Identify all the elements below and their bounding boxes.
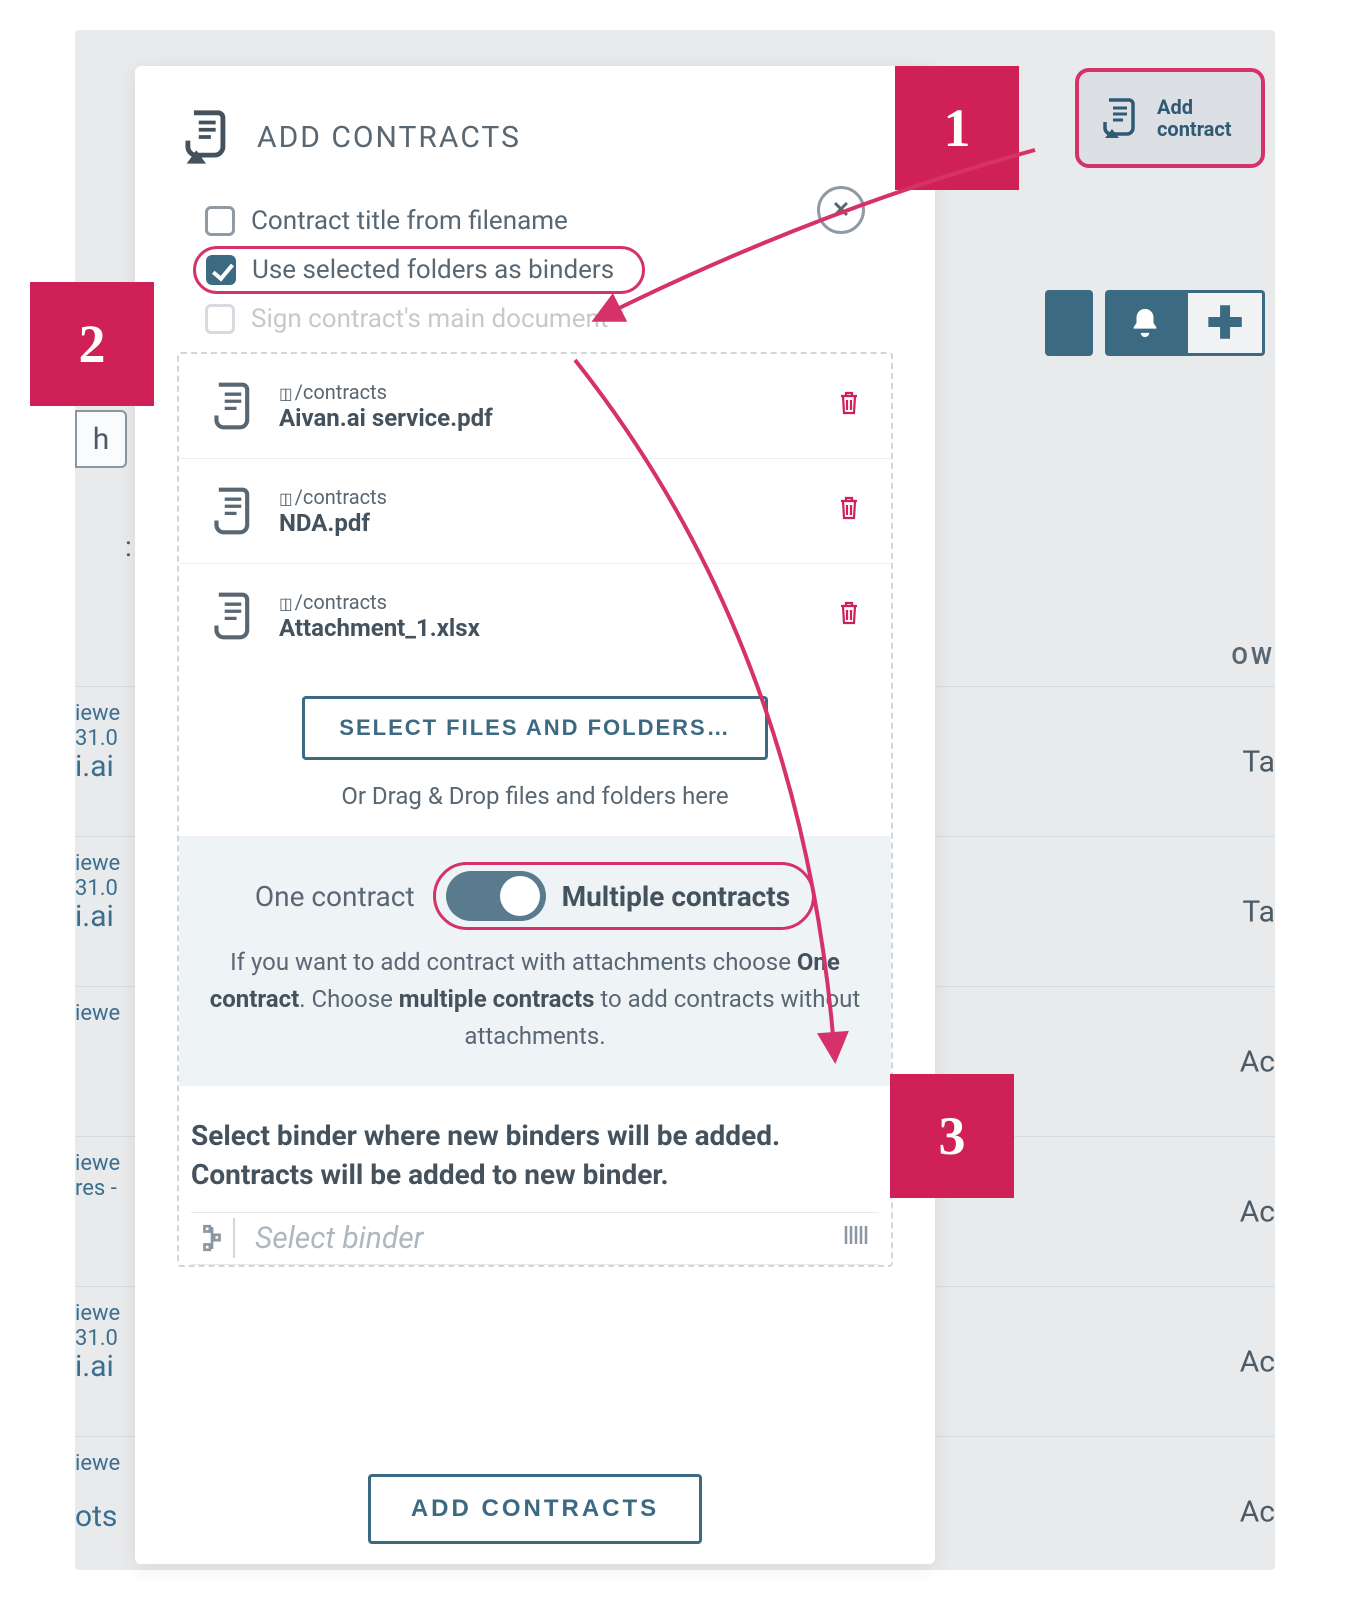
file-path: /contracts xyxy=(279,590,815,614)
bg-search-fragment: h xyxy=(75,410,127,468)
toggle-help-text: If you want to add contract with attachm… xyxy=(209,944,861,1056)
toggle-highlight: Multiple contracts xyxy=(433,862,816,930)
close-button[interactable]: ✕ xyxy=(817,186,865,234)
callout-3: 3 xyxy=(890,1074,1014,1198)
checkbox-icon xyxy=(205,206,235,236)
binder-section: Select binder where new binders will be … xyxy=(179,1086,891,1265)
file-name: Attachment_1.xlsx xyxy=(279,614,815,642)
callout-2: 2 xyxy=(30,282,154,406)
close-icon: ✕ xyxy=(832,198,850,223)
checkbox-folders-as-binders[interactable]: Use selected folders as binders xyxy=(193,246,645,294)
file-row: /contracts Aivan.ai service.pdf xyxy=(179,354,891,459)
toggle-knob xyxy=(500,876,540,916)
bg-toolbar-fragment[interactable] xyxy=(1045,290,1093,356)
contract-upload-icon xyxy=(177,108,235,166)
checkbox-sign-main-doc: Sign contract's main document xyxy=(205,304,893,334)
add-contracts-button[interactable]: ADD CONTRACTS xyxy=(368,1474,702,1544)
file-name: NDA.pdf xyxy=(279,509,815,537)
add-contract-button[interactable]: Add contract xyxy=(1075,68,1265,168)
binder-placeholder: Select binder xyxy=(255,1213,815,1264)
plus-button[interactable]: ✚ xyxy=(1185,290,1265,356)
callout-1: 1 xyxy=(895,66,1019,190)
contract-mode-section: One contract Multiple contracts If you w… xyxy=(179,836,891,1086)
checkbox-title-from-filename[interactable]: Contract title from filename xyxy=(205,206,893,236)
tree-icon xyxy=(191,1218,235,1258)
bg-col-header: OW xyxy=(1231,642,1275,670)
toggle-left-label: One contract xyxy=(255,880,415,913)
bell-icon xyxy=(1128,306,1162,340)
modal-title: ADD CONTRACTS xyxy=(257,120,521,155)
document-icon xyxy=(209,380,257,432)
document-icon xyxy=(209,485,257,537)
file-path: /contracts xyxy=(279,485,815,509)
dragdrop-hint: Or Drag & Drop files and folders here xyxy=(179,782,891,810)
checkbox-label: Sign contract's main document xyxy=(251,304,608,334)
checkbox-label: Contract title from filename xyxy=(251,206,568,236)
file-name: Aivan.ai service.pdf xyxy=(279,404,815,432)
checkbox-label: Use selected folders as binders xyxy=(252,255,614,285)
bg-colon: : xyxy=(125,530,132,563)
add-contract-label: Add contract xyxy=(1157,96,1232,140)
bg-toolbar: ✚ xyxy=(1045,290,1265,356)
bell-button[interactable] xyxy=(1105,290,1185,356)
binder-select[interactable]: Select binder xyxy=(191,1212,879,1265)
file-dropzone[interactable]: /contracts Aivan.ai service.pdf /contrac… xyxy=(177,352,893,1267)
file-row: /contracts NDA.pdf xyxy=(179,459,891,564)
binder-heading: Select binder where new binders will be … xyxy=(191,1116,879,1194)
page-backdrop: h : Add contract ✚ OW iewe31.0 i.ai Ta xyxy=(75,30,1275,1570)
checkbox-icon xyxy=(205,304,235,334)
modal-footer: ADD CONTRACTS xyxy=(135,1454,935,1564)
delete-file-button[interactable] xyxy=(837,495,861,527)
contract-upload-icon xyxy=(1095,94,1143,142)
trash-icon xyxy=(837,390,861,416)
add-contracts-modal: ADD CONTRACTS ✕ Contract title from file… xyxy=(135,66,935,1564)
trash-icon xyxy=(837,600,861,626)
toggle-right-label: Multiple contracts xyxy=(562,880,791,913)
trash-icon xyxy=(837,495,861,521)
barcode-icon xyxy=(835,1223,879,1253)
select-files-button[interactable]: SELECT FILES AND FOLDERS… xyxy=(302,696,767,760)
delete-file-button[interactable] xyxy=(837,600,861,632)
contract-mode-toggle[interactable] xyxy=(446,871,546,921)
file-row: /contracts Attachment_1.xlsx xyxy=(179,564,891,668)
checkbox-icon xyxy=(206,255,236,285)
delete-file-button[interactable] xyxy=(837,390,861,422)
document-icon xyxy=(209,590,257,642)
file-path: /contracts xyxy=(279,380,815,404)
